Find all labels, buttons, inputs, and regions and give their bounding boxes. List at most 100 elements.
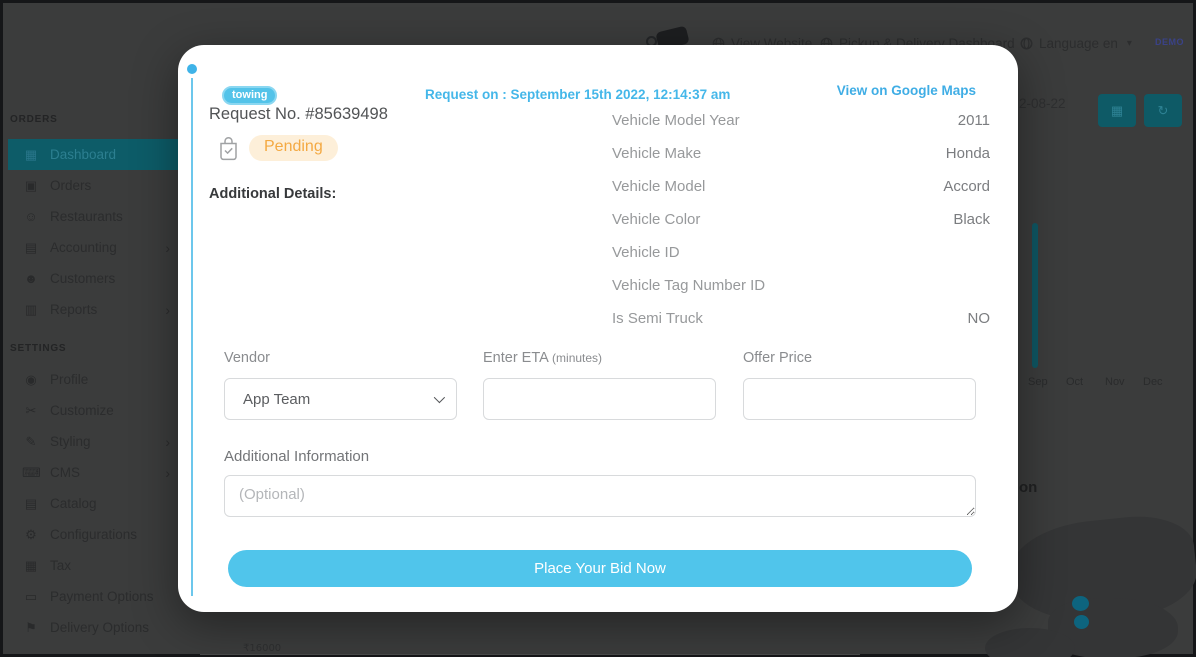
vehicle-detail-label: Is Semi Truck — [612, 310, 703, 327]
chevron-down-icon: ▾ — [1127, 38, 1132, 49]
additional-details-heading: Additional Details: — [209, 186, 336, 202]
chevron-down-icon — [434, 392, 445, 403]
additional-information-textarea[interactable] — [224, 475, 976, 517]
customers-icon: ☻ — [22, 271, 40, 286]
timeline-dot — [187, 64, 197, 74]
sidebar-item-label: Reports — [50, 302, 97, 317]
vendor-selected-value: App Team — [243, 391, 310, 408]
sidebar-item-label: Delivery Options — [50, 620, 149, 635]
refresh-button[interactable]: ↻ — [1144, 94, 1182, 127]
vehicle-detail-row: Vehicle Model Accord — [612, 170, 990, 203]
vehicle-details: Vehicle Model Year 2011 Vehicle Make Hon… — [612, 104, 990, 335]
orders-icon: ▣ — [22, 178, 40, 194]
chart-tick-dec: Dec — [1143, 376, 1163, 388]
sidebar-item-orders[interactable]: ▣ Orders — [8, 170, 204, 201]
vehicle-detail-value: NO — [968, 310, 991, 327]
configurations-icon: ⚙ — [22, 527, 40, 543]
sidebar-item-profile[interactable]: ◉ Profile — [8, 364, 204, 395]
calendar-icon: ▦ — [1111, 103, 1123, 119]
refresh-icon: ↻ — [1158, 103, 1169, 119]
sidebar-item-cms[interactable]: ⌨ CMS › — [8, 457, 204, 488]
sidebar-item-customers[interactable]: ☻ Customers — [8, 263, 204, 294]
additional-information-label: Additional Information — [224, 448, 369, 465]
reports-icon: ▥ — [22, 302, 40, 318]
chart-tick-nov: Nov — [1105, 376, 1125, 388]
vendor-label: Vendor — [224, 350, 270, 366]
sidebar-item-delivery-options[interactable]: ⚑ Delivery Options — [8, 612, 204, 643]
sidebar-item-label: CMS — [50, 465, 80, 480]
service-type-badge: towing — [222, 86, 277, 105]
eta-input[interactable] — [483, 378, 716, 420]
vehicle-detail-value: Honda — [946, 145, 990, 162]
sidebar-item-customize[interactable]: ✂ Customize — [8, 395, 204, 426]
vehicle-detail-label: Vehicle ID — [612, 244, 680, 261]
sidebar-item-accounting[interactable]: ▤ Accounting › — [8, 232, 204, 263]
language-selector[interactable]: Language en ▾ — [1020, 36, 1132, 51]
dashboard-icon: ▦ — [22, 147, 40, 163]
date-range-fragment: 2-08-22 — [1019, 96, 1066, 111]
profile-icon: ◉ — [22, 372, 40, 388]
chart-tick-oct: Oct — [1066, 376, 1083, 388]
sidebar-item-configurations[interactable]: ⚙ Configurations — [8, 519, 204, 550]
offer-price-label: Offer Price — [743, 350, 812, 366]
vehicle-detail-row: Vehicle ID — [612, 236, 990, 269]
sidebar-item-reports[interactable]: ▥ Reports › — [8, 294, 204, 325]
vendor-select[interactable]: App Team — [224, 378, 457, 420]
payment-options-icon: ▭ — [22, 589, 40, 605]
tax-icon: ▦ — [22, 558, 40, 574]
section-title-fragment: on — [1019, 479, 1037, 496]
eta-unit-label: (minutes) — [552, 351, 602, 365]
brand-badge: DEMO — [1155, 37, 1184, 47]
sidebar-item-styling[interactable]: ✎ Styling › — [8, 426, 204, 457]
y-axis-tick: ₹16000 — [243, 643, 281, 654]
sidebar-item-dashboard[interactable]: ▦ Dashboard — [8, 139, 204, 170]
offer-price-input[interactable] — [743, 378, 976, 420]
cms-icon: ⌨ — [22, 465, 40, 481]
language-globe-icon — [1020, 37, 1033, 50]
place-bid-button[interactable]: Place Your Bid Now — [228, 550, 972, 587]
sidebar-item-label: Accounting — [50, 240, 117, 255]
app-screen: View Website Pickup & Delivery Dashboard… — [0, 0, 1196, 657]
delivery-options-icon: ⚑ — [22, 620, 40, 636]
sidebar-settings-items: ◉ Profile ✂ Customize ✎ Styling › ⌨ CMS … — [8, 364, 204, 643]
sidebar-item-label: Configurations — [50, 527, 137, 542]
sidebar-item-label: Catalog — [50, 496, 97, 511]
vehicle-detail-value: Accord — [943, 178, 990, 195]
vehicle-detail-row: Vehicle Tag Number ID — [612, 269, 990, 302]
sidebar-item-restaurants[interactable]: ☺ Restaurants — [8, 201, 204, 232]
vehicle-detail-label: Vehicle Color — [612, 211, 700, 228]
chevron-right-icon: › — [165, 302, 170, 318]
timeline-line — [191, 78, 193, 596]
sidebar-item-label: Styling — [50, 434, 91, 449]
map-location-marker — [1072, 596, 1089, 611]
accounting-icon: ▤ — [22, 240, 40, 256]
status-row: Pending — [218, 135, 338, 161]
map-location-marker — [1074, 615, 1089, 629]
customize-icon: ✂ — [22, 403, 40, 419]
sidebar-item-label: Restaurants — [50, 209, 123, 224]
styling-icon: ✎ — [22, 434, 40, 450]
calendar-button[interactable]: ▦ — [1098, 94, 1136, 127]
vehicle-detail-value: 2011 — [958, 112, 990, 129]
sidebar-item-label: Payment Options — [50, 589, 154, 604]
vehicle-detail-label: Vehicle Model Year — [612, 112, 740, 129]
request-number: Request No. #85639498 — [209, 105, 388, 124]
vehicle-detail-row: Vehicle Make Honda — [612, 137, 990, 170]
vehicle-detail-value: Black — [953, 211, 990, 228]
sidebar-item-label: Profile — [50, 372, 88, 387]
vehicle-detail-label: Vehicle Model — [612, 178, 705, 195]
chart-tick-sep: Sep — [1028, 376, 1048, 388]
sidebar-section-settings: SETTINGS — [10, 343, 66, 354]
sidebar-item-catalog[interactable]: ▤ Catalog — [8, 488, 204, 519]
sidebar-orders-items: ▦ Dashboard ▣ Orders ☺ Restaurants ▤ Acc… — [8, 139, 204, 325]
sidebar-item-label: Customers — [50, 271, 115, 286]
sidebar-section-orders: ORDERS — [10, 114, 58, 125]
language-label: Language en — [1039, 36, 1118, 51]
view-on-google-maps-link[interactable]: View on Google Maps — [837, 83, 976, 98]
sidebar-item-payment-options[interactable]: ▭ Payment Options — [8, 581, 204, 612]
sidebar-item-tax[interactable]: ▦ Tax — [8, 550, 204, 581]
chart-gridline — [200, 654, 860, 655]
vehicle-detail-row: Vehicle Color Black — [612, 203, 990, 236]
chevron-right-icon: › — [165, 240, 170, 256]
status-badge: Pending — [249, 135, 338, 161]
